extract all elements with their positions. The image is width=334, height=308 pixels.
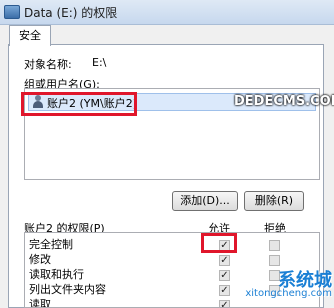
add-button[interactable]: 添加(D)...	[172, 191, 238, 211]
table-row: 完全控制	[29, 238, 73, 251]
object-name-value: E:\	[92, 56, 107, 69]
deny-checkbox-modify[interactable]	[269, 255, 280, 266]
table-row: 读取	[29, 298, 51, 308]
highlight-box-user	[21, 92, 137, 116]
table-row: 修改	[29, 253, 51, 266]
remove-button[interactable]: 删除(R)	[244, 191, 304, 211]
table-row: 列出文件夹内容	[29, 283, 106, 296]
highlight-box-allow	[201, 233, 237, 253]
deny-checkbox-full-control[interactable]	[269, 240, 280, 251]
allow-checkbox-modify[interactable]: ✓	[219, 255, 230, 266]
site-watermark: DEDECMS.COM	[234, 94, 334, 109]
window-icon	[4, 5, 20, 19]
tab-security[interactable]: 安全	[9, 25, 51, 46]
object-name-label: 对象名称:	[24, 58, 72, 71]
logo-watermark: 系统城 xitongcheng.com	[220, 266, 332, 304]
tab-security-label: 安全	[19, 29, 41, 42]
title-bar: Data (E:) 的权限	[0, 0, 334, 25]
window-title: Data (E:) 的权限	[24, 6, 118, 20]
watermark-url: xitongcheng.com	[245, 288, 332, 299]
table-row: 读取和执行	[29, 268, 84, 281]
